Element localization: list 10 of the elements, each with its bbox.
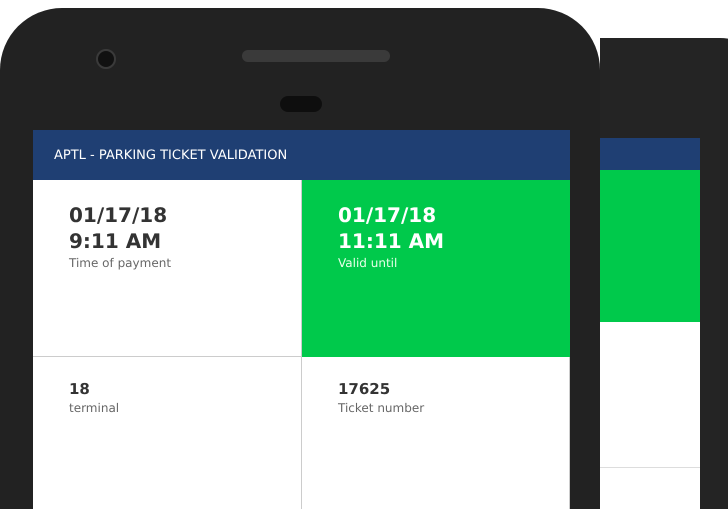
tile-value: 01/17/18 9:11 AM bbox=[69, 202, 168, 254]
tile-label: Valid until bbox=[338, 256, 398, 270]
tile-label: terminal bbox=[69, 401, 120, 415]
tile-label: Ticket number bbox=[338, 401, 426, 415]
tile-value: 18 bbox=[69, 379, 91, 399]
camera-icon bbox=[96, 49, 116, 69]
tile-value: 01/17/18 11:11 AM bbox=[338, 202, 446, 254]
app-title: APTL - PARKING TICKET VALIDATION bbox=[54, 148, 288, 162]
tile-label: Time of payment bbox=[69, 256, 172, 270]
tile-value: 17625 bbox=[338, 379, 392, 399]
